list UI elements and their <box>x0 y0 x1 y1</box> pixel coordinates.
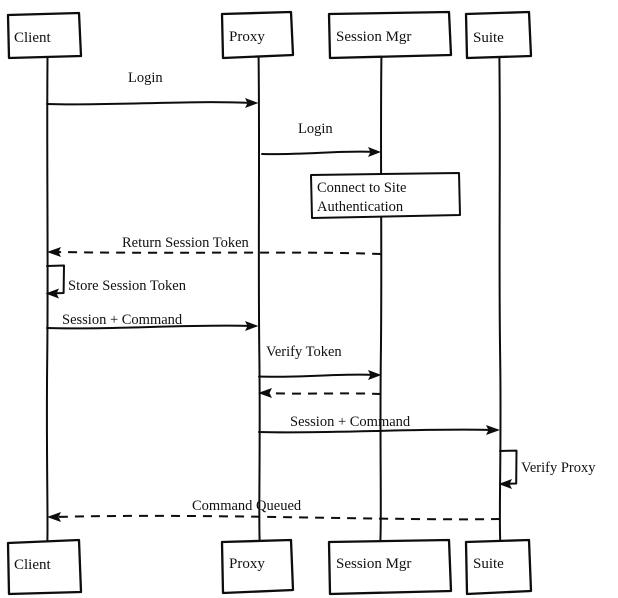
message-label: Login <box>298 121 333 137</box>
message-label: Command Queued <box>192 498 302 514</box>
participant-label: Client <box>14 30 51 46</box>
message-arrow-line <box>55 251 382 255</box>
participant-label: Suite <box>473 556 504 572</box>
participant-label: Client <box>14 557 51 573</box>
message-verify-token-return[interactable] <box>258 388 382 398</box>
participant-suite-top[interactable]: Suite <box>464 10 533 60</box>
participant-proxy-bottom[interactable]: Proxy <box>220 538 295 595</box>
message-label: Session + Command <box>62 312 183 328</box>
participant-label: Proxy <box>229 556 265 572</box>
participant-label: Suite <box>473 30 504 46</box>
message-arrow-line <box>55 514 501 521</box>
participant-client-bottom[interactable]: Client <box>6 538 83 596</box>
participant-label: Proxy <box>229 29 265 45</box>
lifeline-client <box>45 57 49 541</box>
participant-client-top[interactable]: Client <box>6 11 83 60</box>
message-label: Login <box>128 70 163 86</box>
note-line-2: Authentication <box>317 199 404 215</box>
self-message-loop <box>499 449 518 485</box>
message-arrow-line <box>265 392 382 395</box>
participant-boxes-bottom: Client Proxy Session Mgr Suite <box>6 538 533 596</box>
lifelines-group <box>45 57 502 541</box>
message-label: Session + Command <box>290 414 411 430</box>
arrow-head-left-icon <box>47 512 61 522</box>
participant-label: Session Mgr <box>336 29 411 45</box>
message-arrow-line <box>46 101 253 106</box>
participant-session-mgr-bottom[interactable]: Session Mgr <box>327 538 453 596</box>
lifeline-suite <box>498 57 502 541</box>
participant-session-mgr-top[interactable]: Session Mgr <box>327 10 453 60</box>
message-command-queued[interactable]: Command Queued <box>47 498 501 522</box>
note-line-1: Connect to Site <box>317 180 406 196</box>
message-verify-token[interactable]: Verify Token <box>258 344 382 380</box>
lifeline-session-mgr <box>379 57 383 541</box>
message-arrow-line <box>258 373 376 378</box>
message-session-command-proxy-suite[interactable]: Session + Command <box>258 414 500 435</box>
message-session-command-client-proxy[interactable]: Session + Command <box>46 312 259 331</box>
message-arrow-line <box>261 150 376 156</box>
message-label: Verify Token <box>266 344 342 360</box>
self-message-store-session-token[interactable]: Store Session Token <box>45 264 187 299</box>
self-message-verify-proxy[interactable]: Verify Proxy <box>498 449 597 489</box>
sequence-diagram: Client Proxy Session Mgr Suite Client Pr… <box>0 0 618 598</box>
message-login-proxy-session[interactable]: Login <box>261 121 381 157</box>
self-message-label: Store Session Token <box>68 278 187 294</box>
note-connect-to-site-authentication[interactable]: Connect to Site Authentication <box>310 172 461 219</box>
message-login-client-proxy[interactable]: Login <box>46 70 259 108</box>
participant-proxy-top[interactable]: Proxy <box>220 10 295 60</box>
message-arrow-line <box>258 428 494 434</box>
sequence-diagram-canvas: Client Proxy Session Mgr Suite Client Pr… <box>6 10 597 596</box>
message-return-session-token[interactable]: Return Session Token <box>47 235 382 257</box>
participant-label: Session Mgr <box>336 556 411 572</box>
message-label: Return Session Token <box>122 235 250 251</box>
self-message-loop <box>46 264 65 295</box>
participant-boxes-top: Client Proxy Session Mgr Suite <box>6 10 533 60</box>
participant-suite-bottom[interactable]: Suite <box>464 538 533 596</box>
lifeline-proxy <box>257 57 261 541</box>
self-message-label: Verify Proxy <box>521 460 596 476</box>
